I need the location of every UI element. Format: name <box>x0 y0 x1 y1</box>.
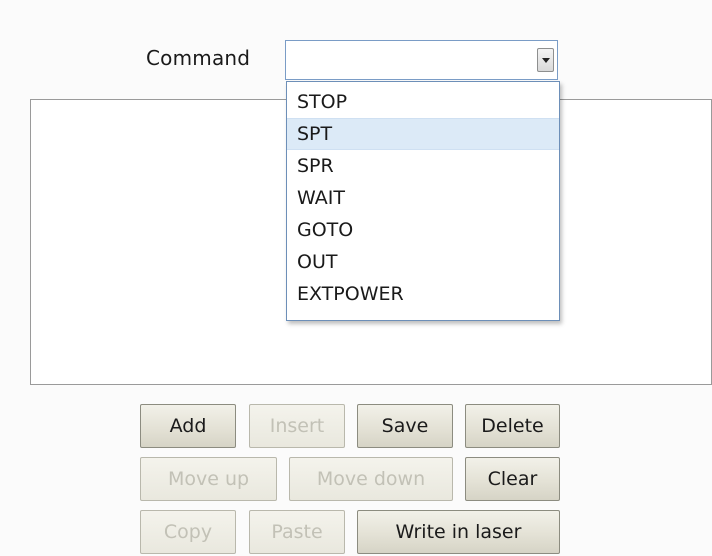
chevron-down-icon <box>541 57 550 63</box>
dropdown-option-spt[interactable]: SPT <box>287 118 559 150</box>
save-button[interactable]: Save <box>357 404 453 448</box>
dropdown-option-out[interactable]: OUT <box>287 246 559 278</box>
dropdown-option-stop[interactable]: STOP <box>287 86 559 118</box>
command-editor-window: Command STOP SPT SPR WAIT GOTO OUT EXTPO… <box>0 0 712 556</box>
clear-button[interactable]: Clear <box>465 457 560 501</box>
move-up-button[interactable]: Move up <box>140 457 277 501</box>
dropdown-option-goto[interactable]: GOTO <box>287 214 559 246</box>
dropdown-arrow-button[interactable] <box>537 48 554 72</box>
write-in-laser-button[interactable]: Write in laser <box>357 510 560 554</box>
dropdown-option-extpower[interactable]: EXTPOWER <box>287 278 559 310</box>
dropdown-option-wait[interactable]: WAIT <box>287 182 559 214</box>
move-down-button[interactable]: Move down <box>289 457 453 501</box>
copy-button[interactable]: Copy <box>140 510 236 554</box>
command-dropdown-list[interactable]: STOP SPT SPR WAIT GOTO OUT EXTPOWER <box>286 81 560 321</box>
add-button[interactable]: Add <box>140 404 236 448</box>
command-label: Command <box>146 46 251 70</box>
delete-button[interactable]: Delete <box>465 404 560 448</box>
paste-button[interactable]: Paste <box>249 510 345 554</box>
command-combobox[interactable] <box>285 40 558 80</box>
dropdown-option-spr[interactable]: SPR <box>287 150 559 182</box>
insert-button[interactable]: Insert <box>249 404 345 448</box>
